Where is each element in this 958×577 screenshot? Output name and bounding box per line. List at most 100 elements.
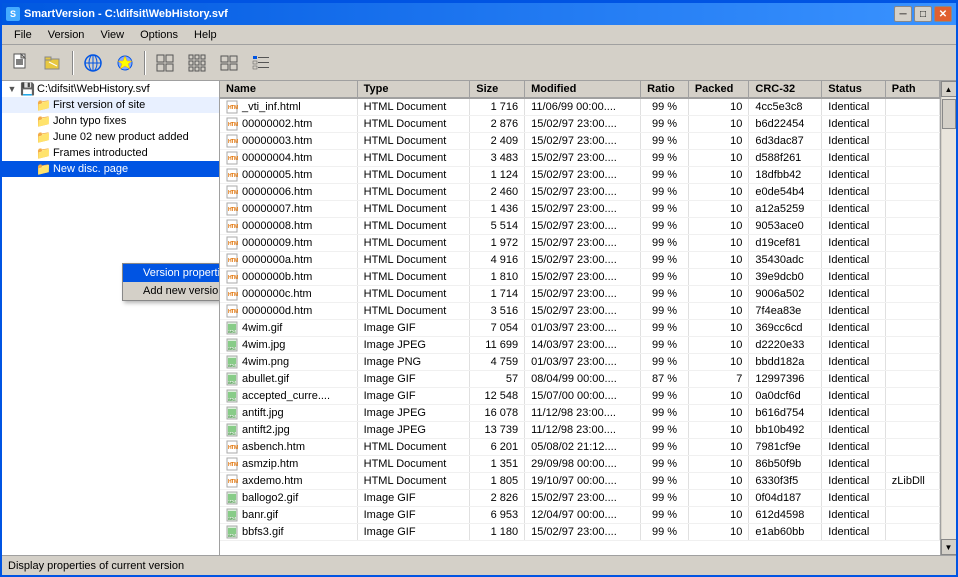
cell-crc: 0a0dcf6d (749, 388, 822, 405)
ctx-add-new-version[interactable]: Add new version... (123, 282, 220, 300)
view2-button[interactable] (182, 49, 212, 77)
table-row[interactable]: IMGabullet.gif Image GIF 57 08/04/99 00:… (220, 371, 940, 388)
table-row[interactable]: IMG4wim.jpg Image JPEG 11 699 14/03/97 2… (220, 337, 940, 354)
view4-button[interactable] (246, 49, 276, 77)
table-row[interactable]: IMGballogo2.gif Image GIF 2 826 15/02/97… (220, 490, 940, 507)
scroll-track[interactable] (942, 97, 956, 539)
cell-type: HTML Document (357, 98, 470, 116)
col-modified[interactable]: Modified (525, 81, 641, 98)
cell-status: Identical (822, 150, 886, 167)
menu-version[interactable]: Version (40, 27, 93, 43)
menu-view[interactable]: View (92, 27, 132, 43)
table-row[interactable]: IMG4wim.png Image PNG 4 759 01/03/97 23:… (220, 354, 940, 371)
cell-packed: 10 (688, 269, 749, 286)
svg-text:IMG: IMG (228, 516, 236, 521)
tree-item-new-disc[interactable]: 📁 New disc. page (2, 161, 219, 177)
table-row[interactable]: HTM00000008.htm HTML Document 5 514 15/0… (220, 218, 940, 235)
tree-item-first-version[interactable]: 📁 First version of site (2, 97, 219, 113)
close-button[interactable]: ✕ (934, 6, 952, 22)
menu-options[interactable]: Options (132, 27, 186, 43)
scroll-up-button[interactable]: ▲ (941, 81, 957, 97)
cell-ratio: 99 % (641, 456, 689, 473)
col-name[interactable]: Name (220, 81, 357, 98)
open-button[interactable] (38, 49, 68, 77)
scroll-down-button[interactable]: ▼ (941, 539, 957, 555)
cell-path (885, 150, 939, 167)
cell-name: HTM00000002.htm (220, 116, 357, 133)
table-row[interactable]: HTMasmzip.htm HTML Document 1 351 29/09/… (220, 456, 940, 473)
cell-size: 1 124 (470, 167, 525, 184)
cell-packed: 10 (688, 354, 749, 371)
scroll-thumb[interactable] (942, 99, 956, 129)
table-row[interactable]: HTM0000000a.htm HTML Document 4 916 15/0… (220, 252, 940, 269)
table-row[interactable]: IMGantift2.jpg Image JPEG 13 739 11/12/9… (220, 422, 940, 439)
tree-item-frames[interactable]: 📁 Frames introducted (2, 145, 219, 161)
table-row[interactable]: HTM00000004.htm HTML Document 3 483 15/0… (220, 150, 940, 167)
table-row[interactable]: IMGantift.jpg Image JPEG 16 078 11/12/98… (220, 405, 940, 422)
web2-button[interactable] (110, 49, 140, 77)
table-row[interactable]: HTMaxdemo.htm HTML Document 1 805 19/10/… (220, 473, 940, 490)
tree-root-label: C:\difsit\WebHistory.svf (37, 83, 150, 95)
table-row[interactable]: IMG4wim.gif Image GIF 7 054 01/03/97 23:… (220, 320, 940, 337)
svg-text:M: M (234, 258, 238, 264)
cell-crc: a12a5259 (749, 201, 822, 218)
cell-path (885, 507, 939, 524)
cell-status: Identical (822, 167, 886, 184)
menu-file[interactable]: File (6, 27, 40, 43)
table-row[interactable]: IMGbbfs3.gif Image GIF 1 180 15/02/97 23… (220, 524, 940, 541)
tree-item-june02[interactable]: 📁 June 02 new product added (2, 129, 219, 145)
cell-size: 1 810 (470, 269, 525, 286)
table-row[interactable]: HTM00000006.htm HTML Document 2 460 15/0… (220, 184, 940, 201)
table-row[interactable]: HTMasbench.htm HTML Document 6 201 05/08… (220, 439, 940, 456)
table-scroll[interactable]: Name Type Size Modified Ratio Packed CRC… (220, 81, 940, 555)
cell-ratio: 99 % (641, 337, 689, 354)
new-button[interactable] (6, 49, 36, 77)
cell-modified: 15/02/97 23:00.... (525, 524, 641, 541)
cell-ratio: 99 % (641, 524, 689, 541)
cell-path (885, 218, 939, 235)
table-row[interactable]: HTM00000005.htm HTML Document 1 124 15/0… (220, 167, 940, 184)
col-type[interactable]: Type (357, 81, 470, 98)
col-path[interactable]: Path (885, 81, 939, 98)
table-row[interactable]: HTM0000000b.htm HTML Document 1 810 15/0… (220, 269, 940, 286)
table-row[interactable]: HTM00000003.htm HTML Document 2 409 15/0… (220, 133, 940, 150)
table-row[interactable]: HTM_vti_inf.html HTML Document 1 716 11/… (220, 98, 940, 116)
table-row[interactable]: IMGaccepted_curre.... Image GIF 12 548 1… (220, 388, 940, 405)
table-row[interactable]: IMGbanr.gif Image GIF 6 953 12/04/97 00:… (220, 507, 940, 524)
web1-button[interactable] (78, 49, 108, 77)
table-row[interactable]: HTM00000007.htm HTML Document 1 436 15/0… (220, 201, 940, 218)
table-row[interactable]: HTM0000000d.htm HTML Document 3 516 15/0… (220, 303, 940, 320)
cell-path (885, 98, 939, 116)
cell-crc: 6330f3f5 (749, 473, 822, 490)
cell-path (885, 133, 939, 150)
minimize-button[interactable]: ─ (894, 6, 912, 22)
cell-crc: d2220e33 (749, 337, 822, 354)
col-packed[interactable]: Packed (688, 81, 749, 98)
table-row[interactable]: HTM00000009.htm HTML Document 1 972 15/0… (220, 235, 940, 252)
col-crc[interactable]: CRC-32 (749, 81, 822, 98)
table-row[interactable]: HTM00000002.htm HTML Document 2 876 15/0… (220, 116, 940, 133)
vertical-scrollbar[interactable]: ▲ ▼ (940, 81, 956, 555)
menu-help[interactable]: Help (186, 27, 225, 43)
ctx-version-properties[interactable]: Version properties... (123, 264, 220, 282)
cell-crc: bb10b492 (749, 422, 822, 439)
view3-button[interactable] (214, 49, 244, 77)
app-icon: S (6, 7, 20, 21)
cell-crc: 9053ace0 (749, 218, 822, 235)
tree-root[interactable]: ▼ 💾 C:\difsit\WebHistory.svf (2, 81, 219, 97)
cell-status: Identical (822, 133, 886, 150)
cell-packed: 10 (688, 473, 749, 490)
cell-status: Identical (822, 507, 886, 524)
col-status[interactable]: Status (822, 81, 886, 98)
cell-path (885, 405, 939, 422)
col-ratio[interactable]: Ratio (641, 81, 689, 98)
cell-crc: 39e9dcb0 (749, 269, 822, 286)
cell-modified: 15/02/97 23:00.... (525, 303, 641, 320)
table-row[interactable]: HTM0000000c.htm HTML Document 1 714 15/0… (220, 286, 940, 303)
col-size[interactable]: Size (470, 81, 525, 98)
view1-button[interactable] (150, 49, 180, 77)
maximize-button[interactable]: □ (914, 6, 932, 22)
tree-item-john-typo[interactable]: 📁 John typo fixes (2, 113, 219, 129)
cell-ratio: 99 % (641, 286, 689, 303)
tree-expand-root[interactable]: ▼ (4, 84, 20, 94)
